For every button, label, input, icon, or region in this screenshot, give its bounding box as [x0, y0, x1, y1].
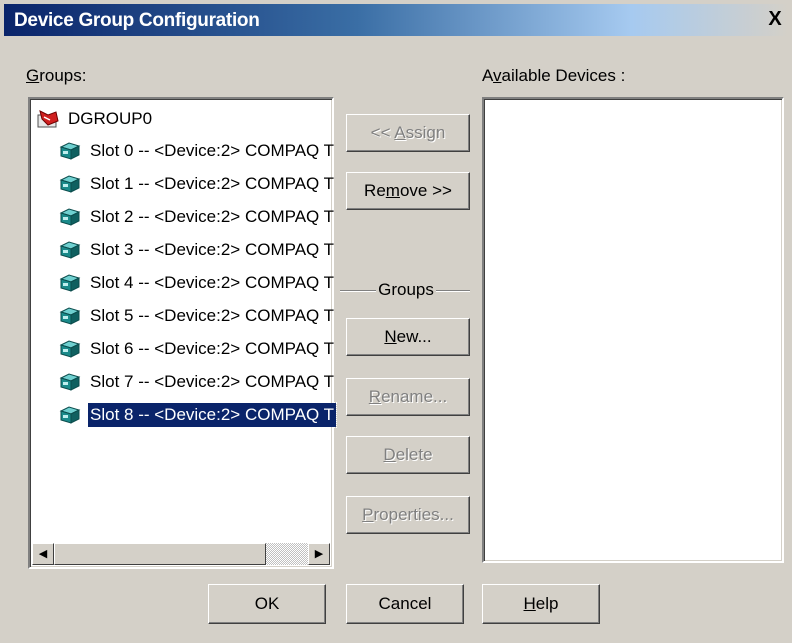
assign-pre: << — [370, 123, 395, 142]
tape-device-icon — [58, 141, 82, 161]
groups-label: Groups: — [26, 66, 86, 86]
assign-button[interactable]: << Assign — [346, 114, 470, 152]
cancel-button[interactable]: Cancel — [346, 584, 464, 624]
tree-item-label: Slot 6 -- <Device:2> COMPAQ T — [90, 339, 335, 358]
rename-rest: ename... — [381, 387, 448, 406]
remove-pre: Re — [364, 181, 386, 200]
remove-rest: ove >> — [399, 181, 452, 200]
properties-mnemonic: P — [362, 505, 374, 524]
available-devices-list[interactable] — [482, 97, 784, 563]
groups-label-mnemonic: G — [26, 66, 40, 85]
tree-item-label: Slot 5 -- <Device:2> COMPAQ T — [90, 306, 335, 325]
tree-item-label: Slot 0 -- <Device:2> COMPAQ T — [90, 141, 335, 160]
new-rest: ew... — [396, 327, 432, 346]
assign-rest: ssign — [405, 123, 446, 142]
tree-item-label: Slot 2 -- <Device:2> COMPAQ T — [90, 207, 335, 226]
group-folder-icon — [37, 110, 59, 128]
tree-item-label: Slot 7 -- <Device:2> COMPAQ T — [90, 372, 335, 391]
delete-mnemonic: D — [383, 445, 396, 464]
device-group-dialog: Device Group Configuration X Groups: Ava… — [0, 0, 792, 643]
properties-button[interactable]: Properties... — [346, 496, 470, 534]
tape-device-icon — [58, 273, 82, 293]
groups-section-label: Groups — [378, 280, 434, 299]
groups-tree[interactable]: DGROUP0 Slot 0 -- <Device:2> COMPAQ T Sl… — [28, 97, 338, 569]
remove-mnemonic: m — [385, 181, 400, 200]
close-button[interactable]: X — [764, 8, 786, 30]
tree-root-label: DGROUP0 — [68, 109, 153, 128]
separator-line-right — [436, 290, 470, 292]
ok-button[interactable]: OK — [208, 584, 326, 624]
remove-button[interactable]: Remove >> — [346, 172, 470, 210]
scroll-thumb[interactable] — [54, 543, 266, 565]
tape-device-icon — [58, 306, 82, 326]
tape-device-icon — [58, 207, 82, 227]
groups-section-separator: Groups — [340, 280, 470, 300]
separator-line-left — [340, 290, 376, 292]
rename-group-button[interactable]: Rename... — [346, 378, 470, 416]
help-mnemonic: H — [523, 594, 536, 613]
groups-label-rest: roups: — [39, 66, 87, 85]
properties-rest: roperties... — [373, 505, 454, 524]
tape-device-icon — [58, 405, 82, 425]
new-group-button[interactable]: New... — [346, 318, 470, 356]
delete-group-button[interactable]: Delete — [346, 436, 470, 474]
available-devices-label: Available Devices : — [482, 66, 625, 86]
tape-device-icon — [58, 240, 82, 260]
assign-mnemonic: A — [394, 123, 406, 142]
tree-item-label: Slot 8 -- <Device:2> COMPAQ T — [86, 402, 338, 428]
rename-mnemonic: R — [368, 387, 382, 406]
horizontal-scrollbar[interactable]: ◀ ▶ — [32, 543, 330, 565]
new-mnemonic: N — [384, 327, 397, 346]
tape-device-icon — [58, 339, 82, 359]
window-title: Device Group Configuration — [14, 10, 260, 31]
help-rest: elp — [535, 594, 559, 613]
tree-item-label: Slot 4 -- <Device:2> COMPAQ T — [90, 273, 335, 292]
available-devices-label-rest: ailable Devices : — [501, 66, 626, 85]
tape-device-icon — [58, 372, 82, 392]
available-devices-label-pre: A — [482, 66, 494, 85]
title-bar[interactable]: Device Group Configuration X — [4, 4, 788, 36]
available-devices-label-mnemonic: v — [493, 66, 502, 85]
tree-item-label: Slot 3 -- <Device:2> COMPAQ T — [90, 240, 335, 259]
help-button[interactable]: Help — [482, 584, 600, 624]
delete-rest: elete — [395, 445, 433, 464]
scroll-left-icon[interactable]: ◀ — [32, 543, 54, 565]
tape-device-icon — [58, 174, 82, 194]
tree-item-label: Slot 1 -- <Device:2> COMPAQ T — [90, 174, 335, 193]
scroll-right-icon[interactable]: ▶ — [308, 543, 330, 565]
